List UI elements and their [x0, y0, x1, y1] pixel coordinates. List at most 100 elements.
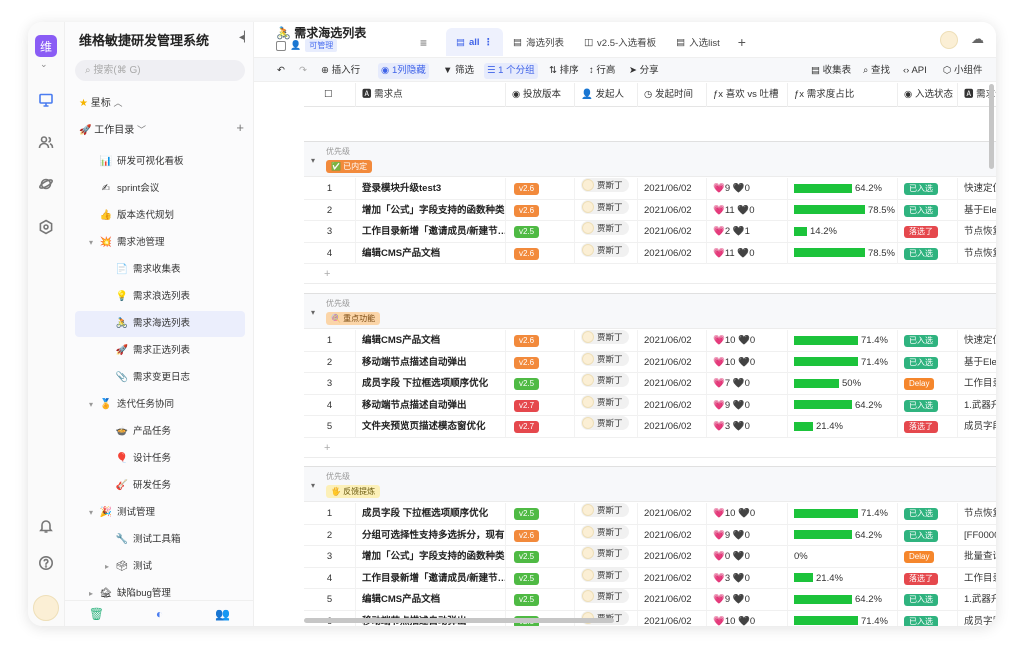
cell-version[interactable]: v2.5 [506, 373, 575, 394]
table-row[interactable]: 1 登录模块升级test3 v2.6 贾斯丁 2021/06/02 💗9 🖤0 64.2% 已… [304, 178, 996, 200]
cell-ratio[interactable]: 64.2% [788, 589, 898, 610]
table-row[interactable]: 4 工作目录新增「邀请成员/新建节… v2.5 贾斯丁 2021/06/02 💗3 🖤0 2… [304, 567, 996, 589]
cell-version[interactable]: v2.7 [506, 394, 575, 416]
cell-time[interactable]: 2021/06/02 [638, 221, 707, 242]
cell-desc[interactable]: 1.武器升星合 [958, 395, 996, 416]
table-row[interactable]: 3 工作目录新增「邀请成员/新建节… v2.5 贾斯丁 2021/06/02 💗2 🖤1 1… [304, 221, 996, 243]
hidden-columns-button[interactable]: ◉ 1列隐藏 [378, 63, 429, 79]
cell-name[interactable]: 工作目录新增「邀请成员/新建节… [356, 567, 506, 589]
cell-vote[interactable]: 💗10 🖤0 [707, 610, 788, 626]
vertical-scrollbar[interactable] [989, 84, 994, 169]
cell-desc[interactable]: 快速定位文件 [958, 330, 996, 351]
more-icon[interactable]: ⋮ [484, 37, 494, 48]
cell-vote[interactable]: 💗11 🖤0 [707, 199, 788, 221]
cell-ratio[interactable]: 64.2% [788, 178, 898, 199]
sync-icon[interactable]: ☁ [971, 31, 984, 47]
sidebar-item[interactable]: 🔧 测试工具箱 [75, 527, 245, 553]
cell-ratio[interactable]: 64.2% [788, 394, 898, 416]
table-row[interactable]: 5 文件夹预览页描述模态窗优化 v2.7 贾斯丁 2021/06/02 💗3 🖤0 21.4… [304, 416, 996, 438]
cell-time[interactable]: 2021/06/02 [638, 394, 707, 416]
table-row[interactable]: 4 移动端节点描述自动弹出 v2.7 贾斯丁 2021/06/02 💗9 🖤0 64.2% 已… [304, 394, 996, 416]
sidebar-item[interactable]: 🚴 需求海选列表 [75, 311, 245, 337]
cell-version[interactable]: v2.5 [506, 503, 575, 524]
cell-state[interactable]: 落选了 [898, 416, 958, 437]
sidebar-item[interactable]: ▾ 🎉 测试管理 [75, 500, 245, 526]
cell-desc[interactable]: 节点恢复、查 [958, 503, 996, 524]
cell-time[interactable]: 2021/06/02 [638, 416, 707, 437]
cell-vote[interactable]: 💗10 🖤0 [707, 351, 788, 373]
cell-vote[interactable]: 💗0 🖤0 [707, 546, 788, 567]
template-icon[interactable]: ◐ [153, 607, 167, 621]
tab-view[interactable]: ◫ v2.5-入选看板 [574, 28, 666, 56]
help-icon[interactable] [36, 553, 56, 573]
cell-ratio[interactable]: 14.2% [788, 221, 898, 242]
sidebar-item[interactable]: 📊 研发可视化看板 [75, 149, 245, 175]
cell-ratio[interactable]: 78.5% [788, 199, 898, 221]
sidebar-item[interactable]: ▾ 🏅 迭代任务协同 [75, 392, 245, 418]
row-height-button[interactable]: ↕ 行高 [586, 63, 618, 79]
cell-name[interactable]: 工作目录新增「邀请成员/新建节… [356, 221, 506, 242]
cell-ratio[interactable]: 21.4% [788, 567, 898, 589]
collapse-triangle-icon[interactable]: ▾ [311, 481, 315, 490]
col-header-version[interactable]: ◉ 投放版本 [506, 83, 575, 107]
cell-state[interactable]: Delay [898, 546, 958, 567]
cell-desc[interactable]: 基于Eletron的 [958, 352, 996, 373]
cell-vote[interactable]: 💗9 🖤0 [707, 394, 788, 416]
table-row[interactable]: 2 增加「公式」字段支持的函数种类 v2.6 贾斯丁 2021/06/02 💗11 🖤0 7… [304, 199, 996, 221]
cell-state[interactable]: 已入选 [898, 242, 958, 264]
cell-creator[interactable]: 贾斯丁 [575, 330, 638, 351]
trash-icon[interactable]: 🗑 [89, 607, 104, 621]
col-header-vote[interactable]: ƒx 喜欢 vs 吐槽 [707, 83, 788, 107]
cell-ratio[interactable]: 78.5% [788, 242, 898, 264]
sidebar-item[interactable]: 👍 版本迭代规划 [75, 203, 245, 229]
expand-arrow-icon[interactable]: ▸ [105, 554, 115, 580]
horizontal-scrollbar[interactable] [304, 618, 614, 623]
avatar[interactable] [940, 31, 958, 49]
sort-button[interactable]: ⇅ 排序 [546, 63, 582, 79]
cell-desc[interactable]: 成员字段 结构 [958, 416, 996, 437]
favorites-section[interactable]: ★ 星标 ︿ [79, 94, 123, 109]
table-row[interactable]: 3 成员字段 下拉框选项顺序优化 v2.5 贾斯丁 2021/06/02 💗7 🖤0 50%… [304, 373, 996, 395]
cell-state[interactable]: 已入选 [898, 199, 958, 221]
cell-time[interactable]: 2021/06/02 [638, 589, 707, 610]
cell-name[interactable]: 增加「公式」字段支持的函数种类 [356, 199, 506, 221]
cell-name[interactable]: 登录模块升级test3 [356, 178, 506, 199]
cell-state[interactable]: 已入选 [898, 503, 958, 524]
cell-creator[interactable]: 贾斯丁 [575, 178, 638, 199]
group-button[interactable]: ☰ 1 个分组 [484, 63, 538, 79]
cell-ratio[interactable]: 50% [788, 373, 898, 394]
menu-icon[interactable]: ≡ [420, 36, 427, 50]
cell-version[interactable]: v2.5 [506, 221, 575, 242]
cell-ratio[interactable]: 64.2% [788, 524, 898, 546]
col-header-time[interactable]: ◷ 发起时间 [638, 83, 707, 107]
cell-name[interactable]: 文件夹预览页描述模态窗优化 [356, 416, 506, 437]
cell-desc[interactable]: 节点恢复、查 [958, 221, 996, 242]
find-button[interactable]: ⌕ 查找 [860, 63, 893, 79]
cell-state[interactable]: Delay [898, 373, 958, 394]
cell-state[interactable]: 已入选 [898, 351, 958, 373]
sidebar-item[interactable]: 📄 需求收集表 [75, 257, 245, 283]
insert-row-button[interactable]: ⊕ 插入行 [318, 63, 363, 79]
add-record-button[interactable]: + [304, 438, 996, 458]
col-header-creator[interactable]: 👤 发起人 [575, 83, 638, 107]
cell-vote[interactable]: 💗2 🖤1 [707, 221, 788, 242]
cell-version[interactable]: v2.6 [506, 178, 575, 199]
table-row[interactable]: 1 成员字段 下拉框选项顺序优化 v2.5 贾斯丁 2021/06/02 💗10 🖤0 71… [304, 503, 996, 525]
sidebar-item[interactable]: 🍲 产品任务 [75, 419, 245, 445]
search-input[interactable]: ⌕ 搜索(⌘ G) [75, 60, 245, 81]
cell-state[interactable]: 落选了 [898, 221, 958, 242]
page-title-text[interactable]: 需求海选列表 [294, 26, 366, 40]
members-icon[interactable] [36, 132, 56, 152]
table-row[interactable]: 4 编辑CMS产品文档 v2.6 贾斯丁 2021/06/02 💗11 🖤0 78.5% 已入… [304, 242, 996, 264]
expand-arrow-icon[interactable]: ▾ [89, 500, 99, 526]
cell-creator[interactable]: 贾斯丁 [575, 221, 638, 242]
tab-view[interactable]: ▤ 入选list [666, 28, 730, 56]
cell-ratio[interactable]: 21.4% [788, 416, 898, 437]
cell-name[interactable]: 成员字段 下拉框选项顺序优化 [356, 503, 506, 524]
sidebar-item[interactable]: 🎈 设计任务 [75, 446, 245, 472]
cell-creator[interactable]: 贾斯丁 [575, 589, 638, 610]
cell-vote[interactable]: 💗10 🖤0 [707, 330, 788, 351]
cell-time[interactable]: 2021/06/02 [638, 351, 707, 373]
collapse-triangle-icon[interactable]: ▾ [311, 308, 315, 317]
cell-desc[interactable]: 1.武器升星合 [958, 589, 996, 610]
